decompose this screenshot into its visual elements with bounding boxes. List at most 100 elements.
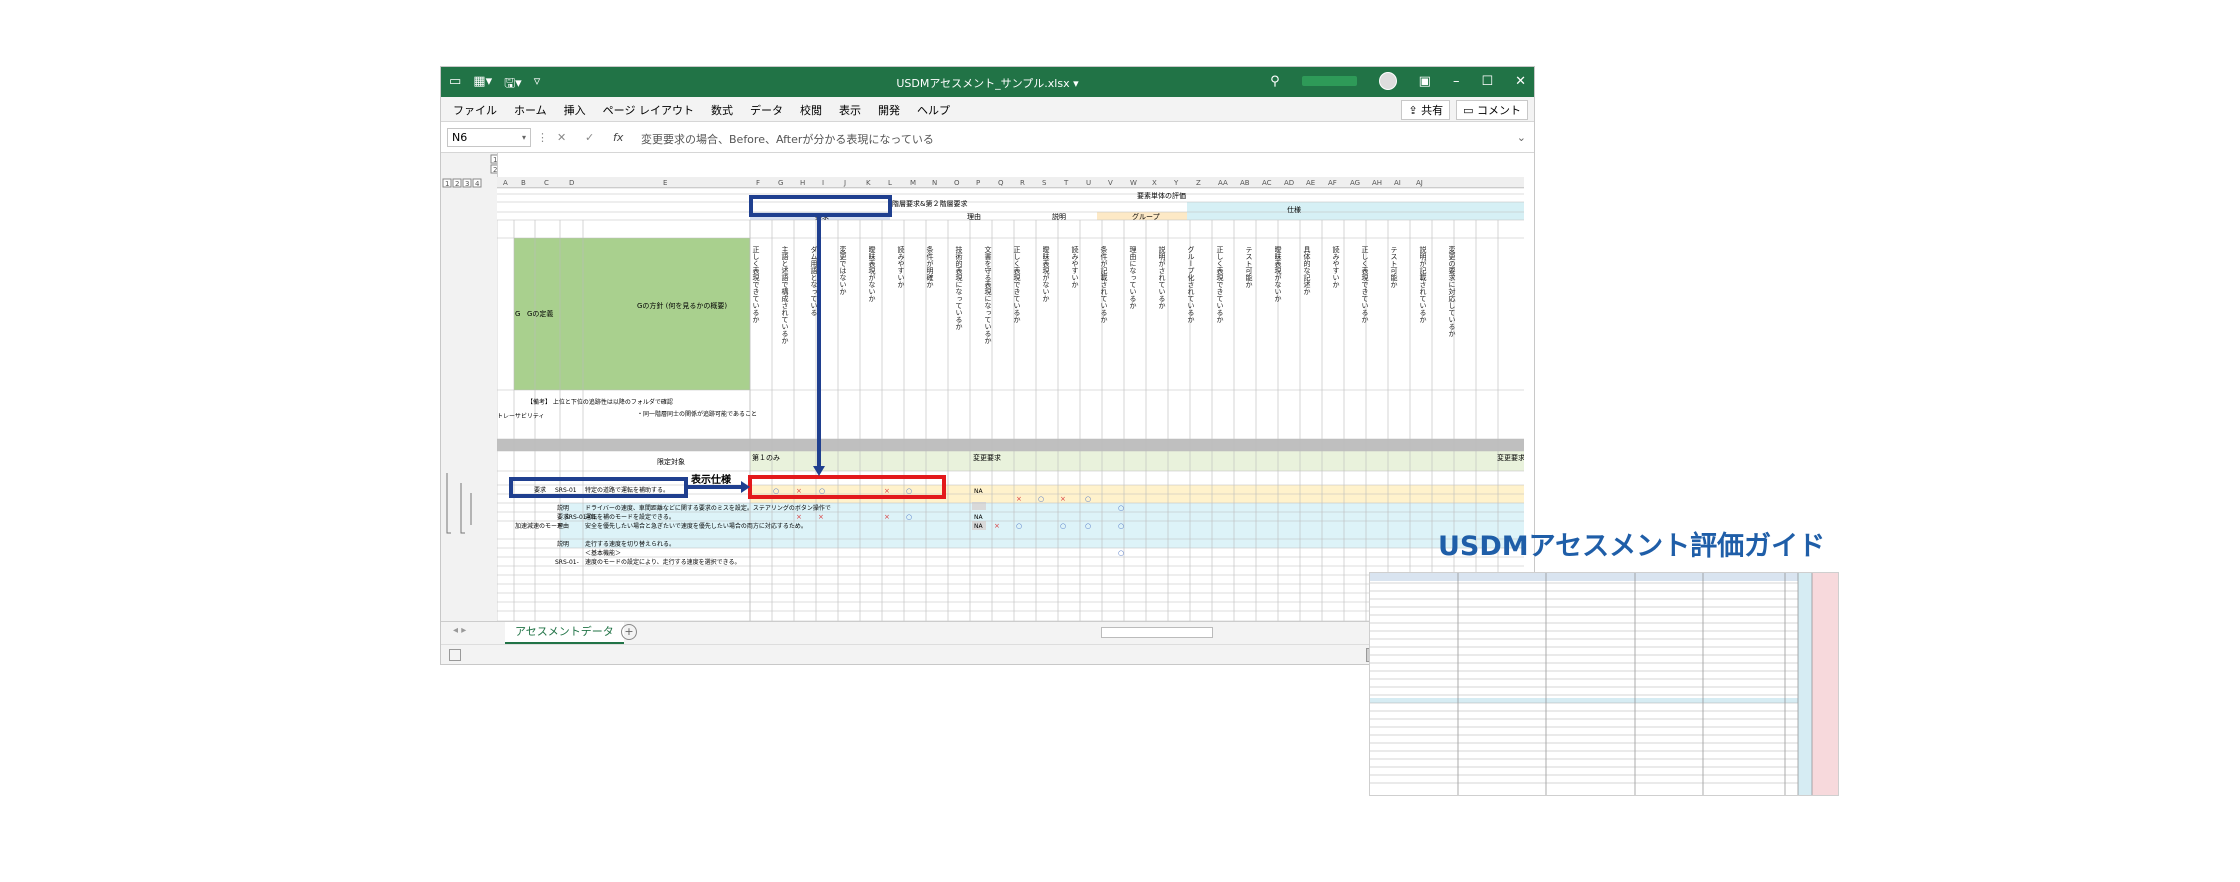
cancel-icon[interactable]: ✕: [557, 131, 566, 144]
col-q[interactable]: Q: [998, 179, 1004, 187]
col-a[interactable]: A: [503, 179, 508, 187]
enter-icon[interactable]: ✓: [585, 131, 594, 144]
col-j[interactable]: J: [843, 179, 846, 187]
search-icon[interactable]: ⚲: [1270, 74, 1280, 89]
col-n[interactable]: N: [932, 179, 937, 187]
row-19-label: 説明: [557, 504, 569, 512]
menu-file[interactable]: ファイル: [453, 102, 497, 118]
horizontal-scrollbar[interactable]: [1101, 627, 1213, 638]
menu-help[interactable]: ヘルプ: [917, 102, 950, 118]
row-20-group: 加速減速のモード: [515, 522, 563, 530]
question-header: 正しく表現できているか: [752, 246, 760, 323]
row-15-n: 変更要求: [973, 453, 1001, 462]
col-k[interactable]: K: [866, 179, 871, 187]
more-options-icon[interactable]: ⋮: [537, 131, 548, 144]
col-d[interactable]: D: [569, 179, 574, 187]
col-x[interactable]: X: [1152, 179, 1157, 187]
col-i[interactable]: I: [822, 179, 824, 187]
account-name-redacted: [1301, 76, 1357, 86]
ribbon-display-icon[interactable]: ▣: [1419, 74, 1431, 89]
menu-page-layout[interactable]: ページ レイアウト: [603, 102, 694, 118]
guide-title: USDMアセスメント評価ガイド: [1438, 531, 1826, 562]
na-mark-21: NA: [974, 523, 983, 530]
sheet-cells[interactable]: 要素単体の評価 階層要求&第２階層要求 要求 理由 説明 グループ 仕様 G G…: [496, 187, 1525, 621]
question-header: 文書を守る表現になっているか: [984, 245, 992, 344]
col-p[interactable]: P: [976, 179, 980, 187]
col-r[interactable]: R: [1020, 179, 1025, 187]
share-label: 共有: [1421, 104, 1444, 117]
col-ac[interactable]: AC: [1262, 179, 1272, 187]
share-button[interactable]: ⇪ 共有: [1401, 100, 1451, 120]
col-u[interactable]: U: [1086, 179, 1091, 187]
col-t[interactable]: T: [1063, 179, 1069, 187]
col-g-def: Gの定義: [527, 309, 553, 318]
col-aa[interactable]: AA: [1218, 179, 1228, 187]
col-f[interactable]: F: [756, 179, 760, 187]
comment-button[interactable]: ▭ コメント: [1456, 100, 1528, 120]
row-16-title: 表示仕様: [690, 473, 732, 486]
avatar[interactable]: [1378, 72, 1397, 90]
col-ab[interactable]: AB: [1240, 179, 1250, 187]
mark-circle: ○: [773, 487, 779, 495]
name-box[interactable]: N6 ▾: [447, 128, 531, 147]
col-ae[interactable]: AE: [1306, 179, 1315, 187]
col-c[interactable]: C: [544, 179, 549, 187]
sheet-tab-assessment[interactable]: アセスメントデータ: [505, 622, 624, 644]
col-af[interactable]: AF: [1328, 179, 1337, 187]
group-group: グループ: [1132, 212, 1160, 221]
maximize-icon[interactable]: ☐: [1481, 74, 1493, 89]
menu-view[interactable]: 表示: [839, 102, 861, 118]
question-header: 変更の要求に対応しているか: [1448, 245, 1456, 337]
macro-record-icon[interactable]: [449, 649, 461, 661]
menu-home[interactable]: ホーム: [514, 102, 547, 118]
row-17-id: SRS-01: [555, 487, 577, 494]
column-headers[interactable]: A B C D E F G H I J K L M N O P Q R S T U V W X Y Z AA AB AC AD A…: [497, 177, 1524, 188]
menu-insert[interactable]: 挿入: [564, 102, 586, 118]
formula-input[interactable]: 変更要求の場合、Before、Afterが分かる表現になっている: [641, 131, 934, 147]
question-header: 曖昧表現がないか: [1274, 246, 1282, 302]
close-icon[interactable]: ✕: [1515, 74, 1526, 89]
col-o[interactable]: O: [954, 179, 960, 187]
col-aj[interactable]: AJ: [1416, 179, 1423, 187]
col-h[interactable]: H: [800, 179, 805, 187]
col-y[interactable]: Y: [1173, 179, 1179, 187]
col-ai[interactable]: AI: [1394, 179, 1401, 187]
col-g-label: G: [515, 310, 520, 318]
col-g-method: Gの方針 (何を見るかの概要): [637, 301, 727, 310]
col-ag[interactable]: AG: [1350, 179, 1360, 187]
add-sheet-icon[interactable]: +: [621, 624, 637, 640]
na-mark-17: NA: [974, 488, 983, 495]
menu-data[interactable]: データ: [750, 102, 783, 118]
col-v[interactable]: V: [1108, 179, 1113, 187]
svg-text:1: 1: [445, 180, 449, 188]
col-z[interactable]: Z: [1196, 179, 1201, 187]
question-header: 正しく表現できているか: [1216, 246, 1224, 323]
col-g[interactable]: G: [778, 179, 783, 187]
col-ad[interactable]: AD: [1284, 179, 1294, 187]
outline-controls-icon[interactable]: 1 2 1 2 3 4: [441, 153, 500, 621]
col-s[interactable]: S: [1042, 179, 1047, 187]
svg-text:4: 4: [475, 180, 480, 188]
group-reason: 理由: [967, 212, 981, 221]
mark-circle: ○: [906, 487, 912, 495]
sheet-table: 要素単体の評価 階層要求&第２階層要求 要求 理由 説明 グループ 仕様 G G…: [496, 187, 1525, 621]
col-b[interactable]: B: [521, 179, 526, 187]
minimize-icon[interactable]: –: [1453, 74, 1460, 89]
row-17-yellow: [750, 485, 1524, 494]
col-ah[interactable]: AH: [1372, 179, 1382, 187]
col-l[interactable]: L: [888, 179, 892, 187]
col-m[interactable]: M: [910, 179, 916, 187]
spec-header: [1187, 202, 1524, 220]
row-13-right: ・同一階層同士の関係が追跡可能であること: [637, 410, 757, 418]
menu-developer[interactable]: 開発: [878, 102, 900, 118]
menu-formulas[interactable]: 数式: [711, 102, 733, 118]
question-header: 説明が記載されているか: [1419, 245, 1427, 323]
question-header: 曖昧表現がないか: [868, 246, 876, 302]
col-w[interactable]: W: [1130, 179, 1137, 187]
worksheet-grid[interactable]: 1 2 1 2 3 4 A B C: [441, 153, 1534, 621]
sheet-nav-icon[interactable]: ◂ ▸: [453, 625, 466, 636]
menu-review[interactable]: 校閲: [800, 102, 822, 118]
insert-function-icon[interactable]: fx: [613, 131, 623, 144]
col-e[interactable]: E: [663, 179, 667, 187]
expand-formula-bar-icon[interactable]: ⌄: [1517, 131, 1526, 144]
